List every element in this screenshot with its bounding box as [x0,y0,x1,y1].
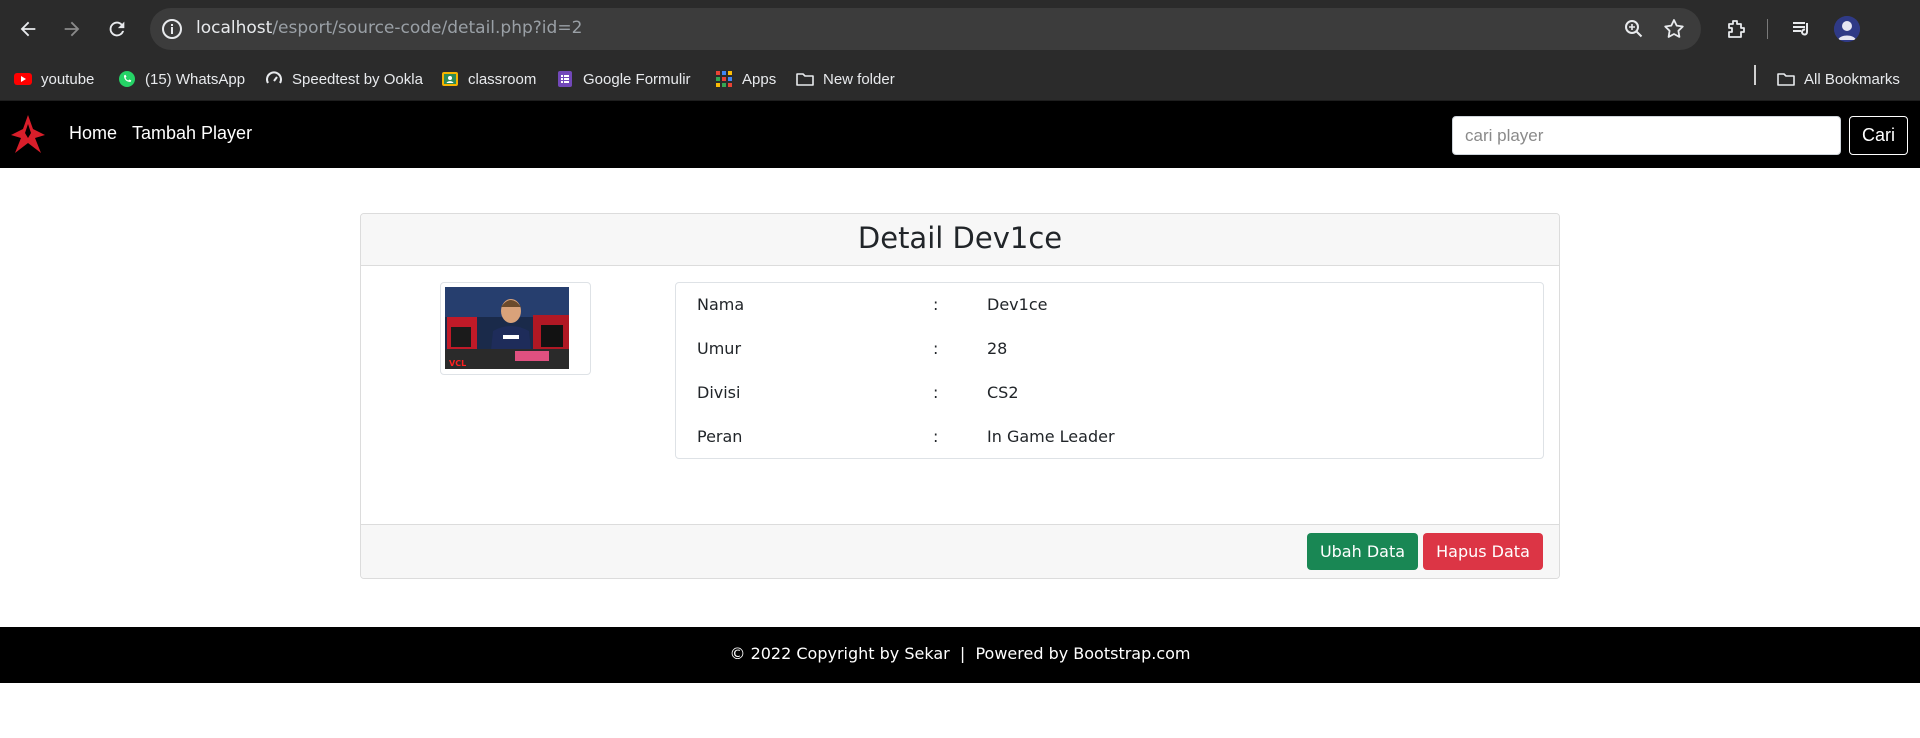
info-value: 28 [987,339,1008,358]
zoom-icon[interactable] [1622,17,1646,41]
profile-avatar[interactable] [1834,16,1860,42]
bookmark-star-icon[interactable] [1662,17,1686,41]
player-detail-card: Detail Dev1ce VCL Nama : Dev1ce Umur : 2… [360,213,1560,579]
address-bar[interactable]: localhost/esport/source-code/detail.php?… [150,8,1701,50]
player-photo: VCL [440,282,591,375]
all-bookmarks-label: All Bookmarks [1804,70,1900,88]
info-separator: : [933,339,939,358]
bookmark-google-forms[interactable]: Google Formulir [556,67,691,91]
google-forms-icon [556,70,574,88]
brand-logo[interactable] [10,114,46,154]
forward-icon[interactable] [55,12,89,46]
all-bookmarks[interactable]: All Bookmarks [1777,67,1900,91]
reading-list-icon[interactable] [1786,14,1816,44]
site-info-icon[interactable] [160,17,184,41]
info-separator: : [933,383,939,402]
svg-text:VCL: VCL [449,359,466,368]
bookmark-new-folder[interactable]: New folder [796,67,895,91]
bookmark-speedtest[interactable]: Speedtest by Ookla [265,67,423,91]
folder-icon [796,70,814,88]
bookmark-apps[interactable]: Apps [715,67,776,91]
info-row-peran: Peran : In Game Leader [676,415,1543,459]
classroom-icon [441,70,459,88]
bookmarks-divider [1754,65,1756,85]
folder-icon [1777,70,1795,88]
bookmark-label: youtube [41,70,95,88]
bookmark-label: (15) WhatsApp [145,70,246,88]
url-path: /esport/source-code/detail.php?id=2 [272,18,583,38]
info-label: Peran [697,427,743,446]
search-input[interactable] [1452,116,1841,155]
site-footer: © 2022 Copyright by Sekar | Powered by B… [0,627,1920,683]
bookmark-label: Apps [742,70,777,88]
card-footer: Ubah Data Hapus Data [361,524,1559,578]
info-separator: : [933,427,939,446]
info-value: CS2 [987,383,1019,402]
back-icon[interactable] [11,12,45,46]
browser-toolbar: localhost/esport/source-code/detail.php?… [0,0,1920,57]
apps-grid-icon [715,70,733,88]
extensions-icon[interactable] [1721,14,1751,44]
info-row-nama: Nama : Dev1ce [676,283,1543,327]
nav-add-player-link[interactable]: Tambah Player [132,123,252,144]
bookmark-label: classroom [468,70,537,88]
bookmarks-bar: youtube (15) WhatsApp Speedtest by Ookla… [0,57,1920,101]
bookmark-label: Speedtest by Ookla [292,70,423,88]
nav-home-link[interactable]: Home [69,123,117,144]
footer-text: © 2022 Copyright by Sekar | Powered by B… [729,644,1191,663]
page-title: Detail Dev1ce [857,221,1063,255]
youtube-icon [14,70,32,88]
bookmark-whatsapp[interactable]: (15) WhatsApp [118,67,245,91]
player-info-table: Nama : Dev1ce Umur : 28 Divisi : CS2 Per… [675,282,1544,459]
bookmark-label: New folder [823,70,895,88]
info-value: In Game Leader [987,427,1115,446]
info-row-umur: Umur : 28 [676,327,1543,371]
info-label: Nama [697,295,745,314]
reload-icon[interactable] [100,12,134,46]
site-navbar: Home Tambah Player Cari [0,101,1920,168]
bookmark-youtube[interactable]: youtube [14,67,94,91]
edit-data-button[interactable]: Ubah Data [1307,533,1418,570]
bookmark-classroom[interactable]: classroom [441,67,536,91]
delete-data-button[interactable]: Hapus Data [1423,533,1543,570]
info-label: Umur [697,339,742,358]
toolbar-divider [1767,19,1768,39]
info-label: Divisi [697,383,741,402]
url-text[interactable]: localhost/esport/source-code/detail.php?… [196,18,582,38]
info-separator: : [933,295,939,314]
bookmark-label: Google Formulir [583,70,691,88]
info-value: Dev1ce [987,295,1048,314]
speedtest-icon [265,70,283,88]
info-row-divisi: Divisi : CS2 [676,371,1543,415]
card-header: Detail Dev1ce [361,214,1559,266]
url-host: localhost [196,18,273,38]
search-button[interactable]: Cari [1849,116,1908,155]
whatsapp-icon [118,70,136,88]
